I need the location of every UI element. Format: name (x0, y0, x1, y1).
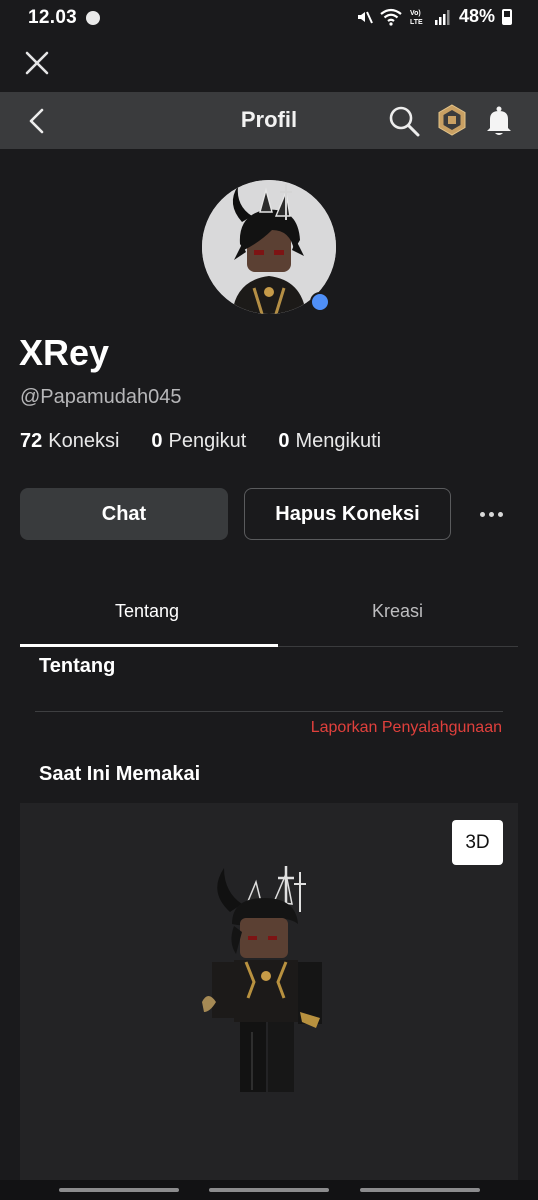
wifi-icon (380, 8, 402, 26)
notification-icon (86, 11, 100, 25)
signal-icon (434, 9, 450, 25)
close-icon[interactable] (20, 46, 54, 80)
volte-icon: Vo) LTE (410, 10, 423, 26)
stat-label: Pengikut (168, 430, 247, 452)
recents-nav-button[interactable] (59, 1188, 179, 1192)
bell-icon[interactable] (483, 104, 515, 138)
remove-connection-button[interactable]: Hapus Koneksi (244, 488, 451, 540)
online-status-indicator (310, 292, 330, 312)
stat-label: Mengikuti (295, 430, 382, 452)
profile-stats: 72 Koneksi 0 Pengikut 0 Mengikuti (20, 430, 381, 453)
stat-followers[interactable]: 0 Pengikut (151, 430, 246, 453)
display-name: XRey (19, 332, 110, 373)
stat-label: Koneksi (48, 430, 120, 452)
app-bar: Profil (0, 92, 538, 149)
about-section-title: Tentang (39, 655, 116, 677)
battery-percent: 48% (458, 6, 495, 26)
dot (479, 511, 485, 517)
stat-connections[interactable]: 72 Koneksi (20, 430, 119, 453)
currently-wearing-title: Saat Ini Memakai (39, 763, 201, 785)
view-3d-button[interactable]: 3D (452, 820, 503, 865)
tab-creations[interactable]: Kreasi (372, 601, 423, 622)
home-nav-button[interactable] (209, 1188, 329, 1192)
battery-icon (502, 8, 512, 25)
chat-button[interactable]: Chat (20, 488, 228, 540)
back-nav-button[interactable] (360, 1188, 480, 1192)
more-options-icon[interactable] (474, 500, 508, 528)
svg-text:LTE: LTE (410, 19, 423, 26)
profile-tabs: Tentang Kreasi (20, 580, 518, 647)
tab-about[interactable]: Tentang (115, 601, 179, 622)
status-icons: Vo) LTE 48% (355, 6, 512, 27)
active-tab-indicator (20, 644, 278, 647)
stat-following[interactable]: 0 Mengikuti (278, 430, 381, 453)
username: @Papamudah045 (20, 386, 182, 408)
status-time: 12.03 (28, 7, 78, 28)
dot (497, 511, 503, 517)
avatar-3d-render[interactable] (188, 862, 358, 1107)
robux-icon[interactable] (436, 103, 468, 137)
system-navigation-bar (0, 1180, 538, 1200)
divider (35, 711, 503, 712)
search-icon[interactable] (386, 103, 422, 139)
stat-count: 72 (20, 430, 43, 452)
report-abuse-link[interactable]: Laporkan Penyalahgunaan (311, 719, 502, 737)
dot (488, 511, 494, 517)
stat-count: 0 (278, 430, 290, 452)
stat-count: 0 (151, 430, 163, 452)
svg-text:Vo): Vo) (410, 10, 421, 17)
status-bar: 12.03 Vo) LTE 48% (0, 0, 538, 38)
mute-icon (357, 11, 373, 23)
